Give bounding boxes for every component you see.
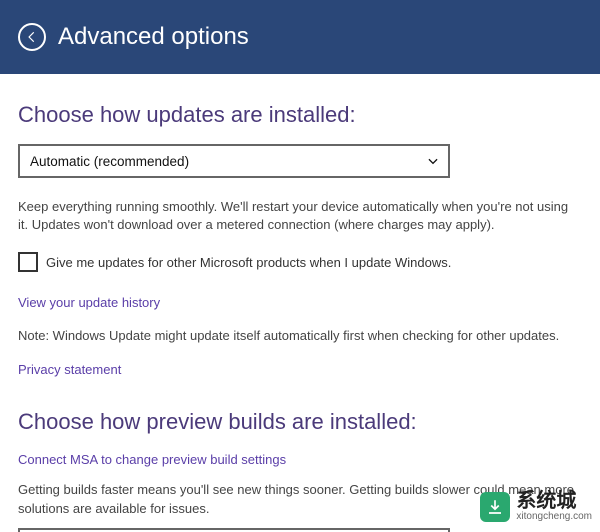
update-mode-value: Automatic (recommended) [30, 154, 189, 169]
page-title: Advanced options [58, 23, 249, 51]
preview-heading: Choose how preview builds are installed: [18, 409, 582, 435]
content-area: Choose how updates are installed: Automa… [0, 74, 600, 532]
updates-description: Keep everything running smoothly. We'll … [18, 198, 578, 234]
arrow-left-icon [25, 30, 39, 44]
update-history-link[interactable]: View your update history [18, 295, 160, 310]
ms-products-checkbox[interactable] [18, 252, 38, 272]
privacy-statement-link[interactable]: Privacy statement [18, 362, 121, 377]
preview-description: Getting builds faster means you'll see n… [18, 481, 578, 517]
chevron-down-icon [426, 154, 440, 168]
ms-products-checkbox-row: Give me updates for other Microsoft prod… [18, 252, 582, 272]
preview-ring-select[interactable]: Slow [18, 528, 450, 532]
updates-heading: Choose how updates are installed: [18, 102, 582, 128]
self-update-note: Note: Windows Update might update itself… [18, 328, 578, 343]
titlebar: Advanced options [0, 0, 600, 74]
update-mode-select[interactable]: Automatic (recommended) [18, 144, 450, 178]
ms-products-checkbox-label: Give me updates for other Microsoft prod… [46, 255, 451, 270]
back-button[interactable] [18, 23, 46, 51]
connect-msa-link[interactable]: Connect MSA to change preview build sett… [18, 452, 286, 467]
